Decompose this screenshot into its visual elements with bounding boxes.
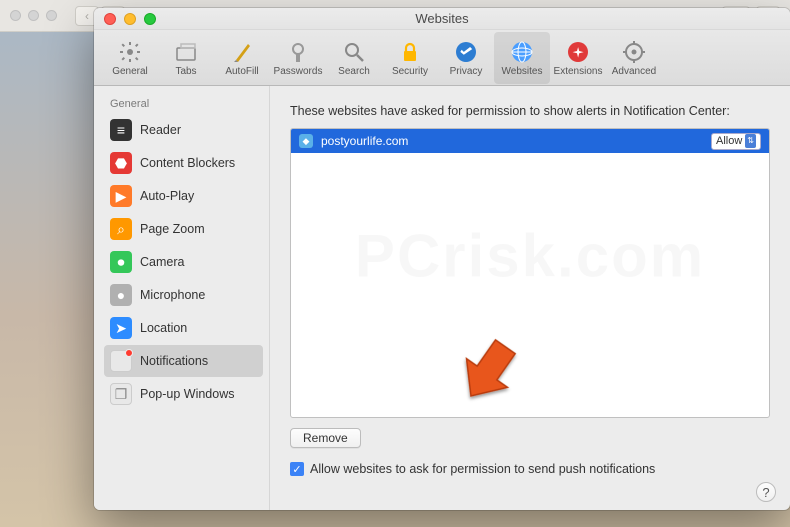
toolbar-autofill[interactable]: AutoFill bbox=[214, 32, 270, 84]
security-icon bbox=[397, 39, 423, 65]
sidebar-label: Auto-Play bbox=[140, 189, 194, 203]
privacy-icon bbox=[453, 39, 479, 65]
sidebar-item-page-zoom[interactable]: ⌕ Page Zoom bbox=[104, 213, 263, 245]
toolbar-search[interactable]: Search bbox=[326, 32, 382, 84]
toolbar-label: Extensions bbox=[554, 66, 603, 77]
maximize-button[interactable] bbox=[144, 13, 156, 25]
sidebar-header: General bbox=[104, 96, 263, 114]
select-arrows-icon: ⇅ bbox=[745, 134, 756, 148]
outer-dot bbox=[10, 10, 21, 21]
reader-icon: ≡ bbox=[110, 119, 132, 141]
preferences-toolbar: General Tabs AutoFill Passwords Search Securi… bbox=[94, 30, 790, 86]
passwords-icon bbox=[285, 39, 311, 65]
content-blockers-icon: ⬣ bbox=[110, 152, 132, 174]
toolbar-label: Security bbox=[392, 66, 428, 77]
toolbar-websites[interactable]: Websites bbox=[494, 32, 550, 84]
toolbar-label: Advanced bbox=[612, 66, 656, 77]
general-icon bbox=[117, 39, 143, 65]
outer-traffic-lights bbox=[10, 10, 57, 21]
website-list[interactable]: PCrisk.com ◆ postyourlife.com Allow ⇅ bbox=[290, 128, 770, 418]
toolbar-extensions[interactable]: Extensions bbox=[550, 32, 606, 84]
sidebar-label: Location bbox=[140, 321, 187, 335]
allow-ask-checkbox[interactable]: ✓ bbox=[290, 462, 304, 476]
website-row[interactable]: ◆ postyourlife.com Allow ⇅ bbox=[291, 129, 769, 153]
watermark: PCrisk.com bbox=[355, 221, 705, 290]
sidebar-label: Camera bbox=[140, 255, 184, 269]
advanced-icon bbox=[621, 39, 647, 65]
panel-description: These websites have asked for permission… bbox=[290, 104, 770, 118]
sidebar-item-microphone[interactable]: ● Microphone bbox=[104, 279, 263, 311]
location-icon: ➤ bbox=[110, 317, 132, 339]
site-domain: postyourlife.com bbox=[321, 134, 711, 148]
toolbar-label: Privacy bbox=[450, 66, 483, 77]
toolbar-privacy[interactable]: Privacy bbox=[438, 32, 494, 84]
content-area: General ≡ Reader ⬣ Content Blockers ▶ Auto-Pl… bbox=[94, 86, 790, 510]
toolbar-label: Passwords bbox=[274, 66, 323, 77]
main-panel: These websites have asked for permission… bbox=[270, 86, 790, 510]
titlebar: Websites bbox=[94, 8, 790, 30]
sidebar-label: Notifications bbox=[140, 354, 208, 368]
tabs-icon bbox=[173, 39, 199, 65]
toolbar-label: Websites bbox=[502, 66, 543, 77]
outer-dot bbox=[46, 10, 57, 21]
checkbox-row: ✓ Allow websites to ask for permission t… bbox=[290, 462, 770, 476]
sidebar-item-auto-play[interactable]: ▶ Auto-Play bbox=[104, 180, 263, 212]
toolbar-label: AutoFill bbox=[225, 66, 258, 77]
close-button[interactable] bbox=[104, 13, 116, 25]
traffic-lights bbox=[104, 13, 156, 25]
search-icon bbox=[341, 39, 367, 65]
toolbar-label: Tabs bbox=[175, 66, 196, 77]
sidebar-item-content-blockers[interactable]: ⬣ Content Blockers bbox=[104, 147, 263, 179]
toolbar-advanced[interactable]: Advanced bbox=[606, 32, 662, 84]
remove-button[interactable]: Remove bbox=[290, 428, 361, 448]
toolbar-security[interactable]: Security bbox=[382, 32, 438, 84]
preferences-window: Websites General Tabs AutoFill Passwords Sea… bbox=[94, 8, 790, 510]
page-zoom-icon: ⌕ bbox=[110, 218, 132, 240]
notifications-icon bbox=[110, 350, 132, 372]
bottom-controls: Remove bbox=[290, 428, 770, 448]
permission-select[interactable]: Allow ⇅ bbox=[711, 133, 761, 150]
toolbar-general[interactable]: General bbox=[102, 32, 158, 84]
badge-dot bbox=[125, 349, 133, 357]
minimize-button[interactable] bbox=[124, 13, 136, 25]
sidebar-label: Content Blockers bbox=[140, 156, 235, 170]
checkbox-label: Allow websites to ask for permission to … bbox=[310, 462, 655, 476]
toolbar-passwords[interactable]: Passwords bbox=[270, 32, 326, 84]
site-favicon: ◆ bbox=[299, 134, 313, 148]
sidebar-item-popup-windows[interactable]: ❐ Pop-up Windows bbox=[104, 378, 263, 410]
sidebar-label: Page Zoom bbox=[140, 222, 205, 236]
sidebar-item-location[interactable]: ➤ Location bbox=[104, 312, 263, 344]
sidebar-item-notifications[interactable]: Notifications bbox=[104, 345, 263, 377]
toolbar-tabs[interactable]: Tabs bbox=[158, 32, 214, 84]
microphone-icon: ● bbox=[110, 284, 132, 306]
help-button[interactable]: ? bbox=[756, 482, 776, 502]
popup-windows-icon: ❐ bbox=[110, 383, 132, 405]
sidebar-label: Reader bbox=[140, 123, 181, 137]
autofill-icon bbox=[229, 39, 255, 65]
sidebar-label: Microphone bbox=[140, 288, 205, 302]
sidebar-item-reader[interactable]: ≡ Reader bbox=[104, 114, 263, 146]
permission-value: Allow bbox=[716, 135, 742, 147]
websites-icon bbox=[509, 39, 535, 65]
toolbar-label: Search bbox=[338, 66, 370, 77]
window-title: Websites bbox=[415, 11, 468, 26]
camera-icon: ⏺ bbox=[110, 251, 132, 273]
sidebar-label: Pop-up Windows bbox=[140, 387, 235, 401]
auto-play-icon: ▶ bbox=[110, 185, 132, 207]
sidebar-item-camera[interactable]: ⏺ Camera bbox=[104, 246, 263, 278]
outer-dot bbox=[28, 10, 39, 21]
extensions-icon bbox=[565, 39, 591, 65]
sidebar: General ≡ Reader ⬣ Content Blockers ▶ Auto-Pl… bbox=[94, 86, 270, 510]
toolbar-label: General bbox=[112, 66, 148, 77]
